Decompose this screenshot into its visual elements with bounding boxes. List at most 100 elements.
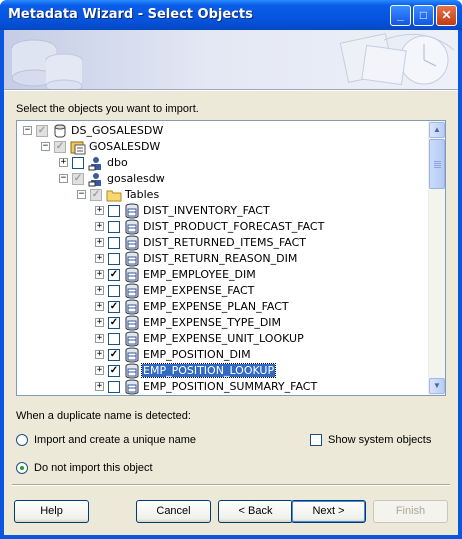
scroll-up-button[interactable]: ▲	[429, 122, 445, 138]
tree-checkbox[interactable]: ✓	[108, 269, 120, 281]
divider	[12, 484, 450, 486]
tree-item-label[interactable]: Tables	[124, 188, 160, 201]
expand-icon[interactable]: +	[95, 366, 104, 375]
tree-row[interactable]: − ✓ Tables	[17, 187, 427, 203]
tree-row[interactable]: + ✓ EMP_POSITION_DIM	[17, 347, 427, 363]
tree-item-label[interactable]: EMP_EXPENSE_FACT	[142, 284, 255, 297]
tree-item-label[interactable]: DS_GOSALESDW	[70, 124, 164, 137]
back-button[interactable]: < Back	[218, 500, 293, 523]
import-unique-radio[interactable]	[16, 434, 28, 446]
tree-item-label[interactable]: EMP_POSITION_DIM	[142, 348, 252, 361]
tree-row[interactable]: + EMP_EXPENSE_UNIT_LOOKUP	[17, 331, 427, 347]
expand-icon[interactable]: +	[95, 382, 104, 391]
expand-icon[interactable]: +	[95, 302, 104, 311]
schema-icon	[88, 155, 104, 171]
expand-icon[interactable]: +	[59, 158, 68, 167]
collapse-icon[interactable]: −	[41, 142, 50, 151]
tree-row[interactable]: + DIST_INVENTORY_FACT	[17, 203, 427, 219]
tree-item-label[interactable]: gosalesdw	[106, 172, 166, 185]
help-button[interactable]: Help	[14, 500, 89, 523]
tree-item-label[interactable]: EMP_EXPENSE_TYPE_DIM	[142, 316, 282, 329]
table-icon	[124, 283, 140, 299]
tree-checkbox[interactable]: ✓	[72, 173, 84, 185]
tree-item-label[interactable]: DIST_RETURN_REASON_DIM	[142, 252, 298, 265]
tree-row[interactable]: − ✓ gosalesdw	[17, 171, 427, 187]
tree-item-label[interactable]: GOSALESDW	[88, 140, 161, 153]
wizard-window: Metadata Wizard - Select Objects _ □ ✕ S…	[0, 0, 462, 539]
scroll-down-button[interactable]: ▼	[429, 378, 445, 394]
tree-checkbox[interactable]: ✓	[90, 189, 102, 201]
expand-icon[interactable]: +	[95, 270, 104, 279]
tree-item-label[interactable]: DIST_RETURNED_ITEMS_FACT	[142, 236, 307, 249]
scroll-thumb[interactable]	[429, 139, 445, 189]
tree-row[interactable]: − ✓ DS_GOSALESDW	[17, 123, 427, 139]
show-system-objects-label[interactable]: Show system objects	[328, 434, 431, 446]
tree-row[interactable]: + ✓ EMP_EXPENSE_PLAN_FACT	[17, 299, 427, 315]
expand-icon[interactable]: +	[95, 206, 104, 215]
datasource-icon	[52, 123, 68, 139]
tree-checkbox[interactable]	[108, 333, 120, 345]
objects-tree[interactable]: + EMP_POSITION_SUMMARY_FACT + ✓ EMP_POSITION…	[16, 120, 446, 396]
tree-item-label[interactable]: DIST_INVENTORY_FACT	[142, 204, 271, 217]
do-not-import-radio[interactable]	[16, 462, 28, 474]
table-icon	[124, 363, 140, 379]
do-not-import-label[interactable]: Do not import this object	[34, 462, 153, 474]
tree-checkbox[interactable]	[108, 221, 120, 233]
expand-icon[interactable]: +	[95, 334, 104, 343]
cancel-button[interactable]: Cancel	[136, 500, 211, 523]
maximize-icon: □	[419, 8, 428, 22]
tree-item-label[interactable]: EMP_EXPENSE_UNIT_LOOKUP	[142, 332, 305, 345]
maximize-button[interactable]: □	[413, 5, 434, 26]
table-icon	[124, 203, 140, 219]
tree-checkbox[interactable]: ✓	[36, 125, 48, 137]
tree-checkbox[interactable]: ✓	[108, 365, 120, 377]
collapse-icon[interactable]: −	[23, 126, 32, 135]
tree-row[interactable]: + DIST_RETURNED_ITEMS_FACT	[17, 235, 427, 251]
tree-row[interactable]: + ✓ EMP_POSITION_LOOKUP	[17, 363, 427, 379]
tree-row[interactable]: + EMP_POSITION_SUMMARY_FACT	[17, 379, 427, 395]
show-system-objects-checkbox[interactable]	[310, 434, 322, 446]
tree-row[interactable]: + ✓ EMP_EMPLOYEE_DIM	[17, 267, 427, 283]
tree-row[interactable]: + dbo	[17, 155, 427, 171]
tree-item-label[interactable]: EMP_POSITION_SUMMARY_FACT	[142, 380, 318, 393]
tree-row[interactable]: + ✓ EMP_EXPENSE_TYPE_DIM	[17, 315, 427, 331]
expand-icon[interactable]: +	[95, 350, 104, 359]
tree-checkbox[interactable]	[108, 253, 120, 265]
minimize-button[interactable]: _	[390, 5, 411, 26]
collapse-icon[interactable]: −	[77, 190, 86, 199]
expand-icon[interactable]: +	[95, 318, 104, 327]
expand-icon[interactable]: +	[95, 238, 104, 247]
tree-item-label[interactable]: dbo	[106, 156, 129, 169]
tree-checkbox[interactable]	[108, 205, 120, 217]
table-icon	[124, 219, 140, 235]
tree-item-label[interactable]: EMP_EXPENSE_PLAN_FACT	[142, 300, 290, 313]
tree-row[interactable]: + DIST_PRODUCT_FORECAST_FACT	[17, 219, 427, 235]
expand-icon[interactable]: +	[95, 254, 104, 263]
tree-checkbox[interactable]: ✓	[108, 317, 120, 329]
table-icon	[124, 315, 140, 331]
prompt-text: Select the objects you want to import.	[16, 103, 199, 115]
expand-icon[interactable]: +	[95, 286, 104, 295]
collapse-icon[interactable]: −	[59, 174, 68, 183]
tree-checkbox[interactable]	[108, 381, 120, 393]
tree-scrollbar[interactable]: ▲ ▼	[428, 121, 445, 395]
expand-icon[interactable]: +	[95, 222, 104, 231]
title-bar[interactable]: Metadata Wizard - Select Objects _ □ ✕	[0, 0, 462, 30]
tree-checkbox[interactable]: ✓	[54, 141, 66, 153]
tree-checkbox[interactable]	[108, 237, 120, 249]
next-button[interactable]: Next >	[291, 500, 366, 523]
tree-row[interactable]: + EMP_EXPENSE_FACT	[17, 283, 427, 299]
tree-checkbox[interactable]: ✓	[108, 349, 120, 361]
tree-checkbox[interactable]: ✓	[108, 301, 120, 313]
tree-item-label[interactable]: DIST_PRODUCT_FORECAST_FACT	[142, 220, 325, 233]
tree-checkbox[interactable]	[108, 285, 120, 297]
tree-row[interactable]: − ✓ GOSALESDW	[17, 139, 427, 155]
import-unique-label[interactable]: Import and create a unique name	[34, 434, 196, 446]
schema-icon	[88, 171, 104, 187]
tree-checkbox[interactable]	[72, 157, 84, 169]
tree-row[interactable]: + DIST_RETURN_REASON_DIM	[17, 251, 427, 267]
tree-item-label[interactable]: EMP_EMPLOYEE_DIM	[142, 268, 257, 281]
arrow-down-icon: ▼	[433, 381, 441, 390]
tree-item-label[interactable]: EMP_POSITION_LOOKUP	[140, 363, 277, 378]
close-button[interactable]: ✕	[436, 5, 457, 26]
